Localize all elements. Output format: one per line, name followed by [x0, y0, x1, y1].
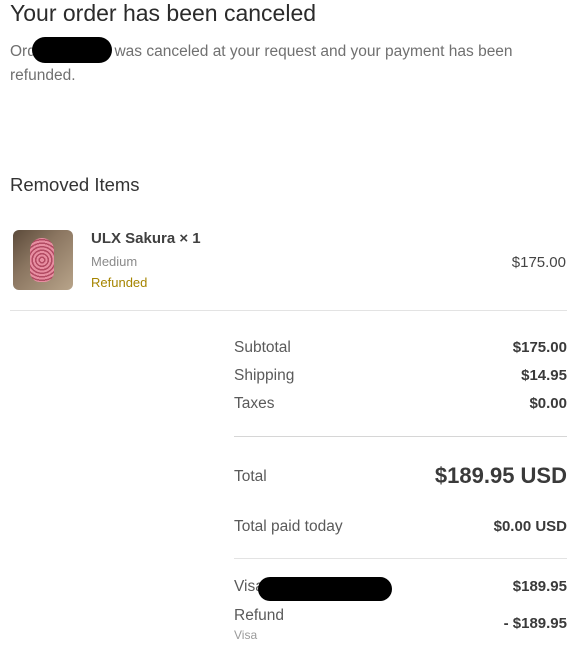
redacted-order-number: [32, 36, 113, 63]
product-thumbnail: [13, 230, 73, 290]
subtotal-value: $175.00: [512, 339, 567, 356]
redacted-card-number: [258, 577, 392, 601]
item-name: ULX Sakura × 1: [91, 230, 201, 247]
total-value: $189.95 USD: [434, 463, 567, 488]
mouse-product-image: [30, 238, 54, 282]
paid-today-value: $0.00 USD: [493, 518, 567, 535]
total-label: Total: [234, 468, 267, 485]
taxes-label: Taxes: [234, 395, 275, 412]
shipping-value: $14.95: [521, 367, 567, 384]
item-variant: Medium: [91, 254, 138, 269]
refund-label: Refund: [234, 607, 284, 624]
subtotal-label: Subtotal: [234, 339, 291, 356]
removed-item-row: ULX Sakura × 1 Medium Refunded $175.00: [10, 228, 566, 294]
refund-method: Visa: [234, 628, 258, 642]
divider: [234, 558, 567, 559]
cancel-message: Orde was canceled at your request and you…: [10, 36, 550, 88]
visa-value: $189.95: [512, 578, 567, 595]
shipping-label: Shipping: [234, 367, 295, 384]
taxes-value: $0.00: [529, 395, 567, 412]
removed-items-heading: Removed Items: [10, 174, 140, 195]
divider: [234, 436, 567, 437]
item-price: $175.00: [511, 254, 566, 271]
paid-today-label: Total paid today: [234, 518, 343, 535]
page-title: Your order has been canceled: [10, 0, 317, 26]
divider: [10, 310, 567, 311]
item-status: Refunded: [91, 275, 148, 290]
refund-value: - $189.95: [503, 615, 567, 632]
